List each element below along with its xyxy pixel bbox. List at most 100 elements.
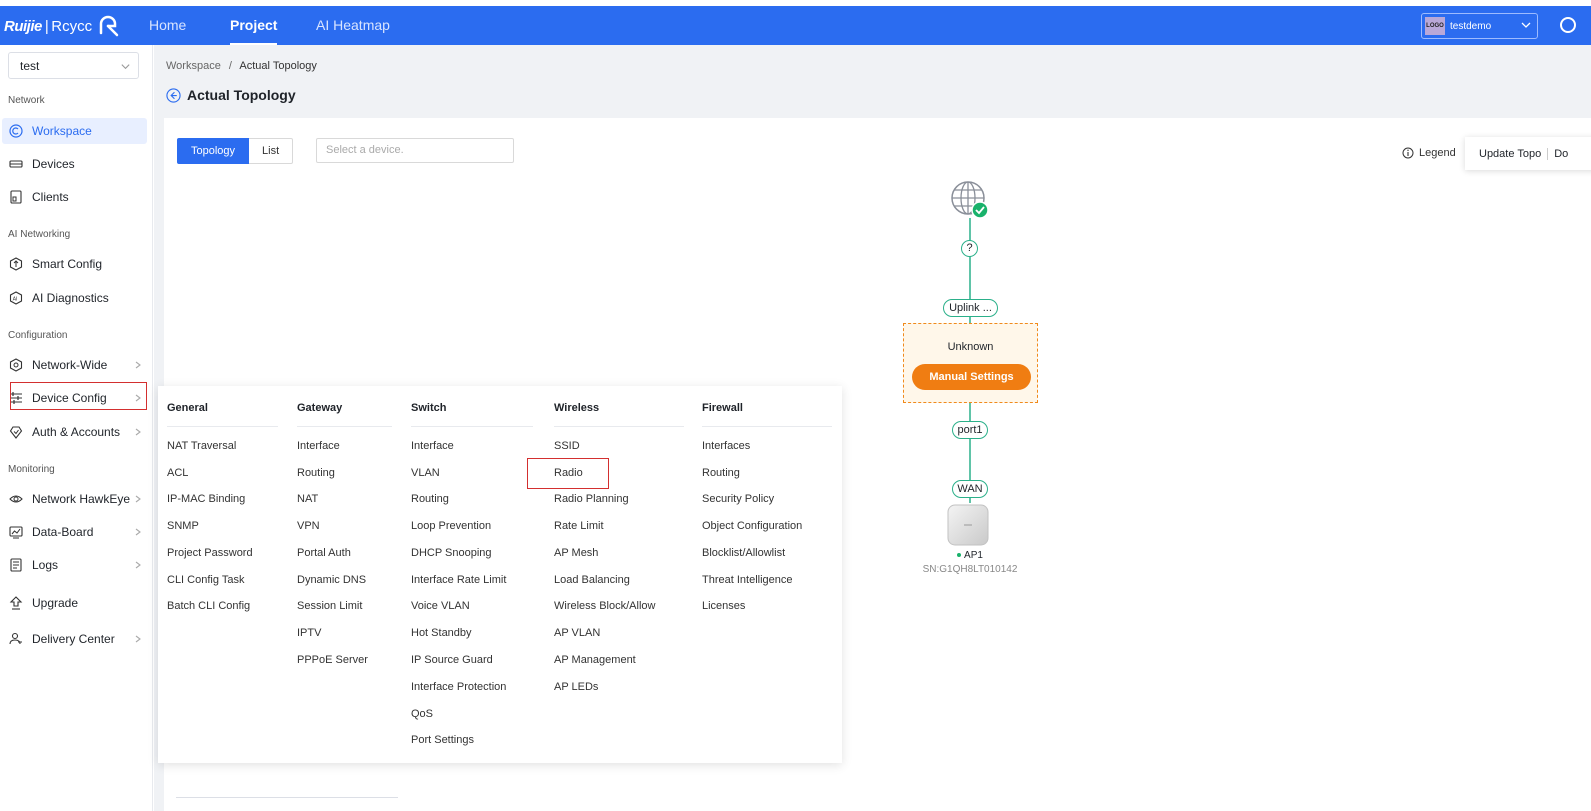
menu-item-nat-traversal[interactable]: NAT Traversal xyxy=(167,440,236,452)
menu-item-ssid[interactable]: SSID xyxy=(554,440,580,452)
manual-settings-button[interactable]: Manual Settings xyxy=(912,364,1031,390)
menu-item-session-limit[interactable]: Session Limit xyxy=(297,600,362,612)
menu-item-ap-mesh[interactable]: AP Mesh xyxy=(554,547,598,559)
menu-heading-wireless: Wireless xyxy=(554,402,600,414)
sidebar-item-network-hawkeye[interactable]: Network HawkEye xyxy=(2,486,147,512)
wan-badge[interactable]: WAN xyxy=(952,480,988,498)
menu-item-interface-rate-limit[interactable]: Interface Rate Limit xyxy=(411,574,506,586)
menu-item-port-settings[interactable]: Port Settings xyxy=(411,734,474,746)
upgrade-arrow-icon xyxy=(9,596,23,610)
sidebar-item-label: Network HawkEye xyxy=(32,492,131,506)
sidebar-item-label: Logs xyxy=(32,558,59,572)
menu-item-project-password[interactable]: Project Password xyxy=(167,547,253,559)
uplink-badge[interactable]: Uplink ... xyxy=(943,299,998,317)
divider xyxy=(554,426,684,427)
menu-item-batch-cli-config[interactable]: Batch CLI Config xyxy=(167,600,250,612)
menu-item-object-configuration[interactable]: Object Configuration xyxy=(702,520,802,532)
menu-item-snmp[interactable]: SNMP xyxy=(167,520,199,532)
clients-icon xyxy=(9,190,23,204)
sidebar: test Network Workspace Devices Clients A… xyxy=(0,45,153,811)
account-name: testdemo xyxy=(1450,20,1492,32)
divider xyxy=(297,426,392,427)
menu-item-pppoe-server[interactable]: PPPoE Server xyxy=(297,654,368,666)
brand-separator: | xyxy=(44,17,49,35)
menu-item-radio-planning[interactable]: Radio Planning xyxy=(554,493,629,505)
breadcrumb-workspace[interactable]: Workspace xyxy=(166,60,221,72)
page-title: Actual Topology xyxy=(187,87,296,103)
menu-item-iptv[interactable]: IPTV xyxy=(297,627,321,639)
user-icon[interactable] xyxy=(1560,17,1576,33)
menu-item-wireless-block-allow[interactable]: Wireless Block/Allow xyxy=(554,600,655,612)
online-status-dot xyxy=(957,553,962,558)
menu-item-ap-leds[interactable]: AP LEDs xyxy=(554,681,598,693)
menu-item-voice-vlan[interactable]: Voice VLAN xyxy=(411,600,470,612)
ai-diagnostics-icon: AI xyxy=(9,291,23,305)
nav-project[interactable]: Project xyxy=(230,6,278,45)
menu-item-ip-source-guard[interactable]: IP Source Guard xyxy=(411,654,493,666)
port-badge[interactable]: port1 xyxy=(952,421,988,439)
nav-home[interactable]: Home xyxy=(149,6,186,45)
workspace-icon xyxy=(9,124,23,138)
sidebar-item-network-wide[interactable]: Network-Wide xyxy=(2,352,147,378)
menu-item-load-balancing[interactable]: Load Balancing xyxy=(554,574,630,586)
menu-item-rate-limit[interactable]: Rate Limit xyxy=(554,520,604,532)
menu-item-ip-mac-binding[interactable]: IP-MAC Binding xyxy=(167,493,245,505)
menu-item-dhcp-snooping[interactable]: DHCP Snooping xyxy=(411,547,492,559)
project-select[interactable]: test xyxy=(8,52,139,79)
menu-item-firewall-routing[interactable]: Routing xyxy=(702,467,740,479)
menu-item-dynamic-dns[interactable]: Dynamic DNS xyxy=(297,574,366,586)
menu-item-cli-config-task[interactable]: CLI Config Task xyxy=(167,574,244,586)
account-selector[interactable]: LOGO testdemo xyxy=(1421,13,1538,39)
brand-logo[interactable]: Ruijie | Rcycc xyxy=(4,15,120,37)
sidebar-item-label: Network-Wide xyxy=(32,358,108,372)
chevron-down-icon xyxy=(121,64,130,70)
menu-item-loop-prevention[interactable]: Loop Prevention xyxy=(411,520,491,532)
back-arrow-icon[interactable] xyxy=(166,87,181,103)
sidebar-item-upgrade[interactable]: Upgrade xyxy=(2,590,147,616)
menu-item-blocklist-allowlist[interactable]: Blocklist/Allowlist xyxy=(702,547,785,559)
chevron-right-icon xyxy=(135,561,141,569)
menu-item-portal-auth[interactable]: Portal Auth xyxy=(297,547,351,559)
sidebar-item-devices[interactable]: Devices xyxy=(2,151,147,177)
sidebar-item-label: Data-Board xyxy=(32,525,94,539)
menu-item-firewall-interfaces[interactable]: Interfaces xyxy=(702,440,750,452)
menu-item-gateway-interface[interactable]: Interface xyxy=(297,440,340,452)
menu-item-switch-interface[interactable]: Interface xyxy=(411,440,454,452)
sidebar-item-ai-diagnostics[interactable]: AI AI Diagnostics xyxy=(2,285,147,311)
sidebar-item-logs[interactable]: Logs xyxy=(2,552,147,578)
chevron-right-icon xyxy=(135,428,141,436)
svg-text:AI: AI xyxy=(13,297,18,303)
menu-item-interface-protection[interactable]: Interface Protection xyxy=(411,681,506,693)
menu-item-threat-intelligence[interactable]: Threat Intelligence xyxy=(702,574,793,586)
section-network: Network xyxy=(8,95,45,106)
gear-icon xyxy=(9,358,23,372)
menu-item-hot-standby[interactable]: Hot Standby xyxy=(411,627,472,639)
menu-item-ap-vlan[interactable]: AP VLAN xyxy=(554,627,600,639)
menu-item-ap-management[interactable]: AP Management xyxy=(554,654,636,666)
menu-item-vpn[interactable]: VPN xyxy=(297,520,320,532)
menu-item-security-policy[interactable]: Security Policy xyxy=(702,493,774,505)
sidebar-item-auth-accounts[interactable]: Auth & Accounts xyxy=(2,419,147,445)
access-point-icon[interactable] xyxy=(946,503,990,547)
menu-item-acl[interactable]: ACL xyxy=(167,467,188,479)
menu-item-switch-routing[interactable]: Routing xyxy=(411,493,449,505)
menu-item-gateway-routing[interactable]: Routing xyxy=(297,467,335,479)
delivery-icon xyxy=(9,632,23,646)
menu-item-vlan[interactable]: VLAN xyxy=(411,467,440,479)
sidebar-item-data-board[interactable]: Data-Board xyxy=(2,519,147,545)
sidebar-item-clients[interactable]: Clients xyxy=(2,184,147,210)
internet-globe-icon[interactable] xyxy=(950,180,990,220)
sidebar-item-smart-config[interactable]: Smart Config xyxy=(2,251,147,277)
menu-item-qos[interactable]: QoS xyxy=(411,708,433,720)
menu-item-licenses[interactable]: Licenses xyxy=(702,600,745,612)
sidebar-item-label: Upgrade xyxy=(32,596,79,610)
highlight-device-config xyxy=(10,382,147,410)
sidebar-item-delivery-center[interactable]: Delivery Center xyxy=(2,626,147,652)
nav-ai-heatmap[interactable]: AI Heatmap xyxy=(316,6,390,45)
menu-item-nat[interactable]: NAT xyxy=(297,493,318,505)
unknown-link-badge[interactable]: ? xyxy=(961,240,978,257)
chevron-right-icon xyxy=(135,528,141,536)
sidebar-item-workspace[interactable]: Workspace xyxy=(2,118,147,144)
chevron-right-icon xyxy=(135,635,141,643)
ap-name-label[interactable]: AP1 xyxy=(924,550,1016,561)
